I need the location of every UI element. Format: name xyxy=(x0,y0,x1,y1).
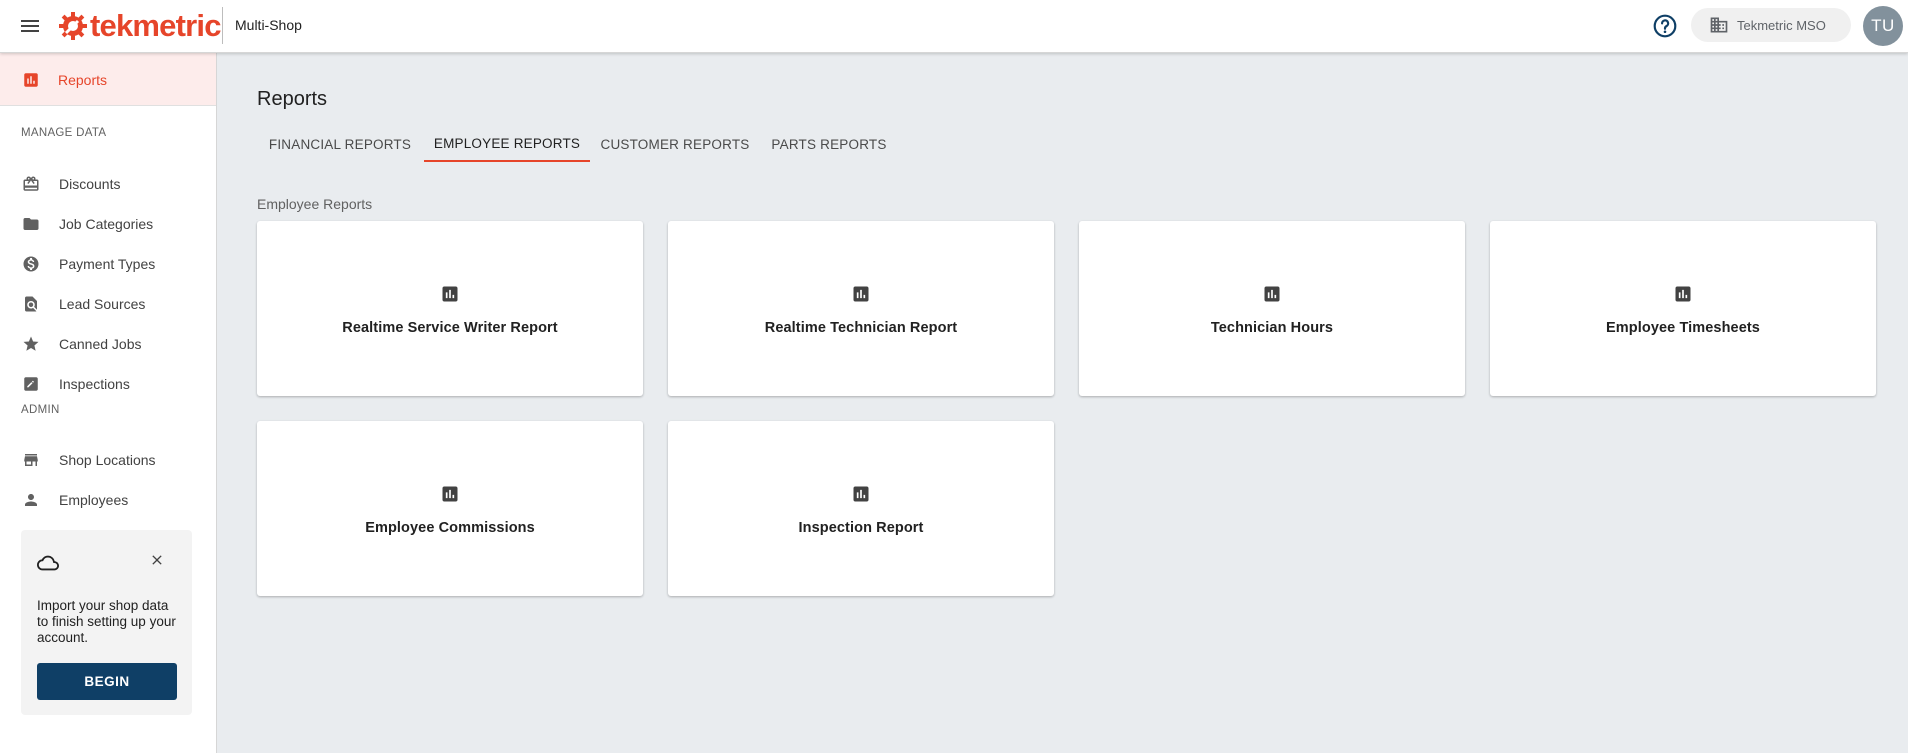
tekmetric-logo[interactable]: tekmetric xyxy=(58,8,221,44)
bar-chart-icon xyxy=(853,486,869,502)
sidebar: Reports MANAGE DATA Discounts Job Catego… xyxy=(0,53,217,753)
report-card-inspection-report[interactable]: Inspection Report xyxy=(668,421,1054,596)
store-icon xyxy=(24,454,38,466)
sidebar-item-shop-locations[interactable]: Shop Locations xyxy=(0,440,216,480)
sidebar-item-job-categories[interactable]: Job Categories xyxy=(0,204,216,244)
sidebar-item-label: Canned Jobs xyxy=(59,336,142,352)
sidebar-item-discounts[interactable]: Discounts xyxy=(0,164,216,204)
sidebar-item-label: Discounts xyxy=(59,176,121,192)
gift-icon xyxy=(23,176,39,191)
sidebar-item-lead-sources[interactable]: Lead Sources xyxy=(0,284,216,324)
tab-employee-reports[interactable]: EMPLOYEE REPORTS xyxy=(424,126,590,162)
sidebar-item-employees[interactable]: Employees xyxy=(0,480,216,520)
logo-text: tekmetric xyxy=(90,8,221,43)
sidebar-divider xyxy=(0,105,216,106)
sidebar-item-label: Payment Types xyxy=(59,256,156,272)
dollar-circle-icon xyxy=(23,256,39,272)
report-card-employee-commissions[interactable]: Employee Commissions xyxy=(257,421,643,596)
admin-heading: ADMIN xyxy=(21,404,60,416)
cloud-icon xyxy=(37,555,59,571)
report-card-title: Realtime Service Writer Report xyxy=(342,320,558,336)
close-icon[interactable] xyxy=(149,552,165,568)
sidebar-item-label: Employees xyxy=(59,492,129,508)
sidebar-item-label: Inspections xyxy=(59,376,130,392)
bar-chart-icon xyxy=(1264,286,1280,302)
bar-chart-icon xyxy=(1675,286,1691,302)
section-label: Employee Reports xyxy=(257,196,373,212)
manage-data-heading: MANAGE DATA xyxy=(21,127,107,139)
import-message: Import your shop data to finish setting … xyxy=(37,598,176,645)
import-data-card: Import your shop data to finish setting … xyxy=(21,530,192,715)
bar-chart-icon xyxy=(24,72,38,87)
report-card-title: Employee Commissions xyxy=(365,520,535,536)
sidebar-item-label: Reports xyxy=(58,71,108,88)
top-app-bar: tekmetric Multi-Shop Tekmetric MSO TU xyxy=(0,0,1908,53)
report-card-title: Realtime Technician Report xyxy=(764,320,958,336)
help-circle-icon[interactable] xyxy=(1652,13,1678,39)
report-card-realtime-service-writer[interactable]: Realtime Service Writer Report xyxy=(257,221,643,396)
bar-chart-icon xyxy=(853,286,869,302)
star-icon xyxy=(23,336,39,351)
sidebar-item-label: Job Categories xyxy=(59,216,154,232)
tab-parts-reports[interactable]: PARTS REPORTS xyxy=(760,126,898,162)
organization-name: Tekmetric MSO xyxy=(1737,17,1826,33)
sidebar-item-payment-types[interactable]: Payment Types xyxy=(0,244,216,284)
edit-square-icon xyxy=(24,377,38,391)
app-title: Multi-Shop xyxy=(235,17,302,33)
search-doc-icon xyxy=(25,296,37,312)
person-icon xyxy=(25,494,37,506)
begin-button[interactable]: BEGIN xyxy=(37,663,177,700)
tab-financial-reports[interactable]: FINANCIAL REPORTS xyxy=(257,126,423,162)
report-card-technician-hours[interactable]: Technician Hours xyxy=(1079,221,1465,396)
report-card-title: Inspection Report xyxy=(798,520,924,536)
bar-chart-icon xyxy=(442,486,458,502)
organization-selector[interactable]: Tekmetric MSO xyxy=(1691,8,1851,42)
tab-customer-reports[interactable]: CUSTOMER REPORTS xyxy=(590,126,760,162)
report-card-title: Technician Hours xyxy=(1210,320,1334,336)
gear-logo-icon xyxy=(59,12,87,40)
sidebar-item-reports[interactable]: Reports xyxy=(0,53,216,106)
sidebar-item-canned-jobs[interactable]: Canned Jobs xyxy=(0,324,216,364)
report-card-realtime-technician[interactable]: Realtime Technician Report xyxy=(668,221,1054,396)
folder-icon xyxy=(23,218,39,230)
header-divider xyxy=(222,7,223,44)
bar-chart-icon xyxy=(442,286,458,302)
sidebar-item-inspections[interactable]: Inspections xyxy=(0,364,216,404)
page-title: Reports xyxy=(257,88,328,110)
report-card-title: Employee Timesheets xyxy=(1606,320,1760,336)
report-card-employee-timesheets[interactable]: Employee Timesheets xyxy=(1490,221,1876,396)
building-icon xyxy=(1710,17,1728,33)
sidebar-item-label: Shop Locations xyxy=(59,452,156,468)
menu-icon[interactable] xyxy=(18,14,42,38)
user-avatar[interactable]: TU xyxy=(1863,6,1903,46)
sidebar-item-label: Lead Sources xyxy=(59,296,146,312)
